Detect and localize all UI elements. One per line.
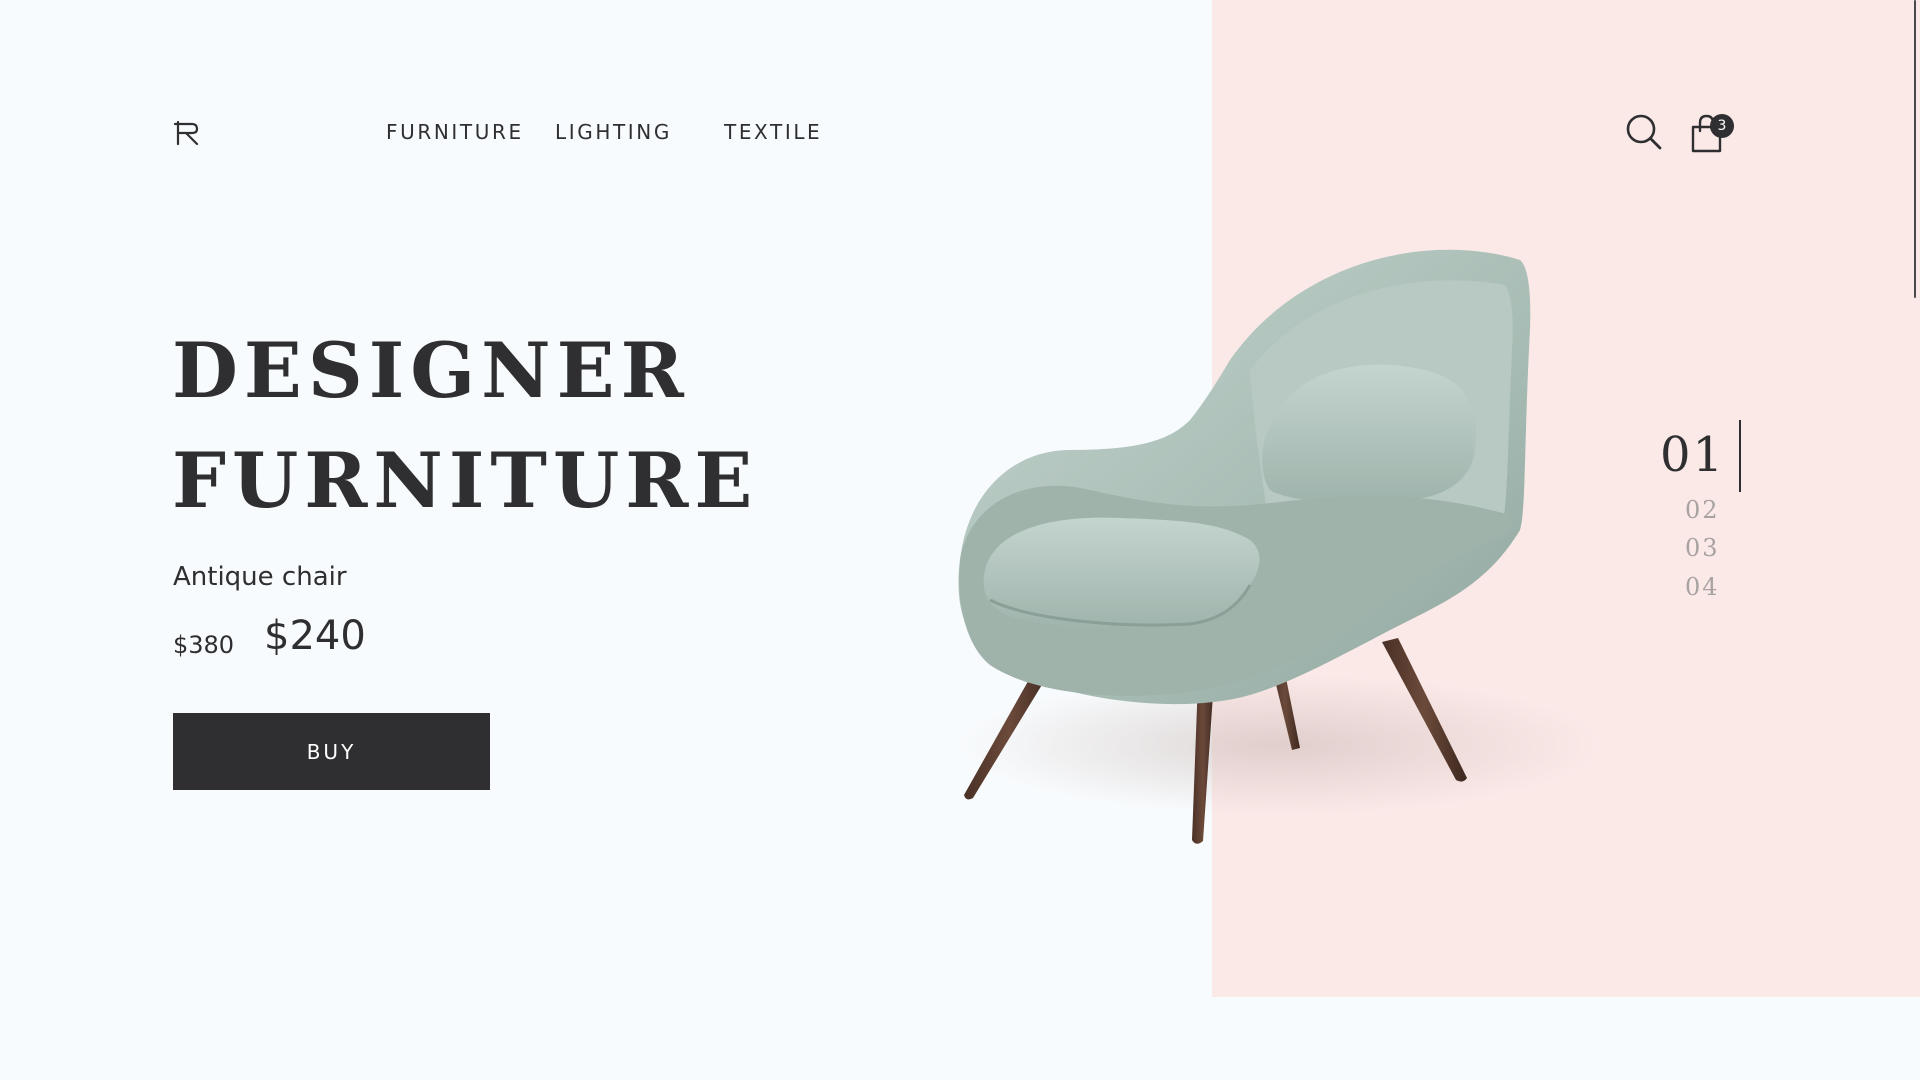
armchair-image <box>958 249 1600 844</box>
scrollbar-thumb[interactable] <box>1914 0 1916 298</box>
slide-indicator-current[interactable]: 01 <box>1660 427 1725 483</box>
nav-lighting[interactable]: LIGHTING <box>555 120 672 144</box>
slide-indicator-02[interactable]: 02 <box>1685 496 1720 524</box>
cart-count-badge: 3 <box>1710 114 1734 138</box>
buy-button[interactable]: BUY <box>173 713 490 790</box>
slide-indicator-03[interactable]: 03 <box>1685 534 1720 562</box>
old-price: $380 <box>173 631 235 659</box>
slide-indicator-04[interactable]: 04 <box>1685 573 1720 601</box>
search-icon[interactable] <box>1625 113 1663 151</box>
chair-logo-icon[interactable] <box>172 118 202 148</box>
new-price: $240 <box>264 613 366 659</box>
nav-textile[interactable]: TEXTILE <box>724 120 822 144</box>
title-line-2: FURNITURE <box>172 436 759 525</box>
page-title: DESIGNER FURNITURE <box>172 316 758 536</box>
title-line-1: DESIGNER <box>172 326 690 415</box>
nav-furniture[interactable]: FURNITURE <box>386 120 524 144</box>
product-name: Antique chair <box>173 562 347 592</box>
slide-indicator-bar <box>1739 420 1741 492</box>
